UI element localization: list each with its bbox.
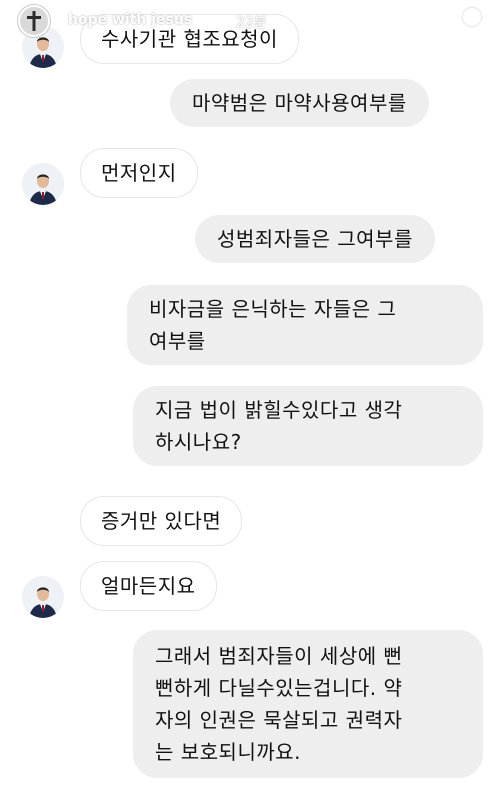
message-bubble-outgoing[interactable]: 지금 법이 밝힐수있다고 생각 하시나요?: [133, 386, 483, 466]
story-username[interactable]: hope with jesus: [68, 12, 192, 28]
message-text-line: 하시나요?: [155, 430, 242, 454]
cross-icon: [27, 11, 41, 31]
message-text-line: 는 보호되니까요.: [155, 740, 302, 764]
message-text: 먼저인지: [101, 161, 177, 185]
message-text: 증거만 있다면: [101, 509, 222, 533]
message-text-line: 여부를: [149, 329, 206, 353]
message-bubble-outgoing[interactable]: 성범죄자들은 그여부를: [195, 215, 435, 263]
message-bubble-incoming[interactable]: 얼마든지요: [80, 561, 217, 611]
sender-avatar[interactable]: [22, 163, 64, 205]
message-bubble-outgoing[interactable]: 비자금을 은닉하는 자들은 그 여부를: [127, 285, 483, 365]
message-text-line: 자의 인권은 묵살되고 권력자: [155, 708, 403, 732]
sender-avatar[interactable]: [22, 576, 64, 618]
message-bubble-outgoing[interactable]: 그래서 범죄자들이 세상에 뻔 뻔하게 다닐수있는겁니다. 약 자의 인권은 묵…: [133, 630, 483, 778]
message-bubble-incoming[interactable]: 증거만 있다면: [80, 496, 243, 546]
message-bubble-incoming[interactable]: 먼저인지: [80, 148, 198, 198]
person-photo-icon: [22, 576, 64, 618]
message-text-line: 비자금을 은닉하는 자들은 그: [149, 297, 397, 321]
message-text: 얼마든지요: [101, 574, 196, 598]
person-photo-icon: [22, 163, 64, 205]
message-text-line: 그래서 범죄자들이 세상에 뻔: [155, 644, 403, 668]
message-text-line: 뻔하게 다닐수있는겁니다. 약: [155, 676, 403, 700]
story-timestamp: 22분: [236, 15, 267, 31]
message-bubble-outgoing[interactable]: 마약범은 마약사용여부를: [170, 79, 429, 127]
message-text-line: 지금 법이 밝힐수있다고 생각: [155, 398, 403, 422]
story-header: hope with jesus 22분: [0, 0, 500, 40]
message-text: 성범죄자들은 그여부를: [217, 227, 413, 251]
story-options-icon[interactable]: [463, 8, 481, 26]
story-profile-avatar[interactable]: [18, 5, 50, 37]
message-text: 마약범은 마약사용여부를: [192, 91, 407, 115]
